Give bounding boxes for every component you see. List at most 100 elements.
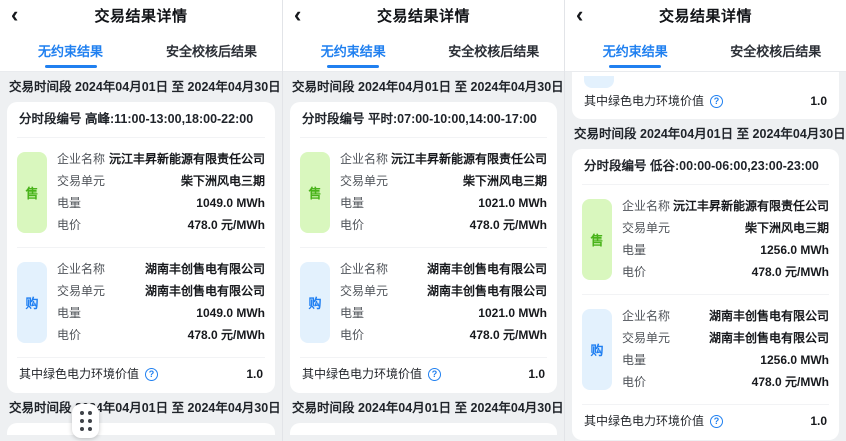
appbar: ‹ 交易结果详情 bbox=[283, 0, 564, 30]
scroll-content[interactable]: 交易时间段 2024年04月01日 至 2024年04月30日 分时段编号 平时… bbox=[283, 72, 564, 441]
tab-bar: 无约束结果 安全校核后结果 bbox=[565, 30, 846, 72]
appbar: ‹ 交易结果详情 bbox=[0, 0, 282, 30]
green-value: 1.0 bbox=[528, 367, 545, 382]
period-value: 高峰:11:00-13:00,18:00-22:00 bbox=[85, 112, 253, 126]
price-value: 478.0 元/MWh bbox=[470, 218, 547, 233]
sell-badge: 售 bbox=[582, 199, 612, 280]
sell-badge: 售 bbox=[300, 152, 330, 233]
screen-panel-3: ‹ 交易结果详情 无约束结果 安全校核后结果 其中绿色电力环境价值 ? 1.0 … bbox=[564, 0, 846, 441]
green-value-row: 其中绿色电力环境价值 ? 1.0 bbox=[17, 358, 265, 393]
buy-entity-row: 购 企业名称湖南丰创售电有限公司 交易单元湖南丰创售电有限公司 电量1021.0… bbox=[300, 248, 547, 358]
help-question-icon[interactable]: ? bbox=[145, 368, 158, 381]
green-value-row: 其中绿色电力环境价值 ? 1.0 bbox=[300, 358, 547, 393]
tab-security-checked-result[interactable]: 安全校核后结果 bbox=[141, 30, 282, 71]
time-range-value: 2024年04月01日 至 2024年04月30日 bbox=[358, 401, 564, 415]
sell-fields: 企业名称沅江丰昇新能源有限责任公司 交易单元柴下洲风电三期 电量1021.0 M… bbox=[340, 152, 547, 233]
tab-label: 无约束结果 bbox=[321, 41, 386, 60]
energy-value: 1021.0 MWh bbox=[478, 196, 547, 211]
help-question-icon[interactable]: ? bbox=[710, 95, 723, 108]
trade-unit-label: 交易单元 bbox=[57, 284, 105, 299]
green-value-row: 其中绿色电力环境价值 ? 1.0 bbox=[582, 88, 829, 119]
price-label: 电价 bbox=[57, 328, 81, 343]
sell-fields: 企业名称沅江丰昇新能源有限责任公司 交易单元柴下洲风电三期 电量1256.0 M… bbox=[622, 199, 829, 280]
help-question-icon[interactable]: ? bbox=[428, 368, 441, 381]
period-label: 分时段编号 bbox=[584, 159, 647, 173]
sell-entity-row: 售 企业名称沅江丰昇新能源有限责任公司 交易单元柴下洲风电三期 电量1049.0… bbox=[17, 138, 265, 248]
screen-panel-2: ‹ 交易结果详情 无约束结果 安全校核后结果 交易时间段 2024年04月01日… bbox=[282, 0, 564, 441]
trade-unit-label: 交易单元 bbox=[622, 221, 670, 236]
energy-label: 电量 bbox=[57, 306, 81, 321]
trade-result-card: 分时段编号 高峰:11:00-13:00,18:00-22:00 售 企业名称沅… bbox=[7, 102, 275, 393]
buy-badge: 购 bbox=[582, 309, 612, 390]
tab-bar: 无约束结果 安全校核后结果 bbox=[0, 30, 282, 72]
green-value-label: 其中绿色电力环境价值 bbox=[584, 94, 704, 109]
help-question-icon[interactable]: ? bbox=[710, 415, 723, 428]
price-label: 电价 bbox=[57, 218, 81, 233]
scroll-content[interactable]: 其中绿色电力环境价值 ? 1.0 交易时间段 2024年04月01日 至 202… bbox=[565, 72, 846, 441]
tab-bar: 无约束结果 安全校核后结果 bbox=[283, 30, 564, 72]
next-card-sliver bbox=[290, 423, 557, 435]
company-value: 沅江丰昇新能源有限责任公司 bbox=[673, 199, 829, 214]
buy-entity-row: 购 企业名称湖南丰创售电有限公司 交易单元湖南丰创售电有限公司 电量1256.0… bbox=[582, 295, 829, 405]
time-range-row: 交易时间段 2024年04月01日 至 2024年04月30日 bbox=[290, 72, 557, 102]
time-range-value: 2024年04月01日 至 2024年04月30日 bbox=[358, 80, 564, 94]
buy-fields: 企业名称湖南丰创售电有限公司 交易单元湖南丰创售电有限公司 电量1049.0 M… bbox=[57, 262, 265, 343]
company-label: 企业名称 bbox=[340, 262, 388, 277]
trade-unit-value: 柴下洲风电三期 bbox=[463, 174, 547, 189]
time-range-value: 2024年04月01日 至 2024年04月30日 bbox=[640, 127, 846, 141]
company-label: 企业名称 bbox=[57, 152, 105, 167]
page-title: 交易结果详情 bbox=[659, 5, 752, 26]
company-value: 湖南丰创售电有限公司 bbox=[145, 262, 265, 277]
green-value-label: 其中绿色电力环境价值 bbox=[19, 367, 139, 382]
buy-badge-sliver bbox=[584, 76, 614, 88]
price-label: 电价 bbox=[622, 265, 646, 280]
period-row: 分时段编号 低谷:00:00-06:00,23:00-23:00 bbox=[582, 149, 829, 185]
period-value: 低谷:00:00-06:00,23:00-23:00 bbox=[650, 159, 819, 173]
tab-unconstrained-result[interactable]: 无约束结果 bbox=[283, 30, 424, 71]
price-label: 电价 bbox=[340, 218, 364, 233]
trade-unit-label: 交易单元 bbox=[622, 331, 670, 346]
tab-label: 安全校核后结果 bbox=[448, 41, 539, 60]
trade-unit-label: 交易单元 bbox=[340, 174, 388, 189]
active-tab-underline-icon bbox=[45, 65, 97, 68]
company-value: 沅江丰昇新能源有限责任公司 bbox=[109, 152, 265, 167]
time-range-label: 交易时间段 bbox=[292, 401, 355, 415]
trade-result-card: 分时段编号 低谷:00:00-06:00,23:00-23:00 售 企业名称沅… bbox=[572, 149, 839, 440]
green-value: 1.0 bbox=[810, 414, 827, 429]
price-value: 478.0 元/MWh bbox=[188, 218, 265, 233]
previous-card-bottom: 其中绿色电力环境价值 ? 1.0 bbox=[572, 72, 839, 119]
company-value: 湖南丰创售电有限公司 bbox=[427, 262, 547, 277]
tab-security-checked-result[interactable]: 安全校核后结果 bbox=[424, 30, 565, 71]
time-range-label: 交易时间段 bbox=[574, 127, 637, 141]
floating-drag-dots-handle[interactable] bbox=[72, 404, 99, 438]
period-row: 分时段编号 平时:07:00-10:00,14:00-17:00 bbox=[300, 102, 547, 138]
tab-unconstrained-result[interactable]: 无约束结果 bbox=[0, 30, 141, 71]
appbar: ‹ 交易结果详情 bbox=[565, 0, 846, 30]
price-label: 电价 bbox=[622, 375, 646, 390]
period-value: 平时:07:00-10:00,14:00-17:00 bbox=[368, 112, 537, 126]
back-icon[interactable]: ‹ bbox=[294, 1, 301, 29]
tab-security-checked-result[interactable]: 安全校核后结果 bbox=[706, 30, 846, 71]
back-icon[interactable]: ‹ bbox=[11, 1, 18, 29]
buy-fields: 企业名称湖南丰创售电有限公司 交易单元湖南丰创售电有限公司 电量1256.0 M… bbox=[622, 309, 829, 390]
trade-unit-value: 湖南丰创售电有限公司 bbox=[709, 331, 829, 346]
screen-panel-1: ‹ 交易结果详情 无约束结果 安全校核后结果 交易时间段 2024年04月01日… bbox=[0, 0, 282, 441]
tab-label: 无约束结果 bbox=[603, 41, 668, 60]
buy-entity-row: 购 企业名称湖南丰创售电有限公司 交易单元湖南丰创售电有限公司 电量1049.0… bbox=[17, 248, 265, 358]
back-icon[interactable]: ‹ bbox=[576, 1, 583, 29]
company-label: 企业名称 bbox=[622, 309, 670, 324]
trade-unit-value: 柴下洲风电三期 bbox=[181, 174, 265, 189]
next-card-sliver bbox=[7, 423, 275, 435]
tab-unconstrained-result[interactable]: 无约束结果 bbox=[565, 30, 706, 71]
company-label: 企业名称 bbox=[622, 199, 670, 214]
time-range-value: 2024年04月01日 至 2024年04月30日 bbox=[75, 401, 281, 415]
active-tab-underline-icon bbox=[609, 65, 661, 68]
period-label: 分时段编号 bbox=[19, 112, 82, 126]
tab-label: 安全校核后结果 bbox=[730, 41, 821, 60]
period-label: 分时段编号 bbox=[302, 112, 365, 126]
energy-label: 电量 bbox=[340, 306, 364, 321]
time-range-label: 交易时间段 bbox=[9, 80, 72, 94]
company-label: 企业名称 bbox=[57, 262, 105, 277]
scroll-content[interactable]: 交易时间段 2024年04月01日 至 2024年04月30日 分时段编号 高峰… bbox=[0, 72, 282, 441]
energy-label: 电量 bbox=[622, 243, 646, 258]
